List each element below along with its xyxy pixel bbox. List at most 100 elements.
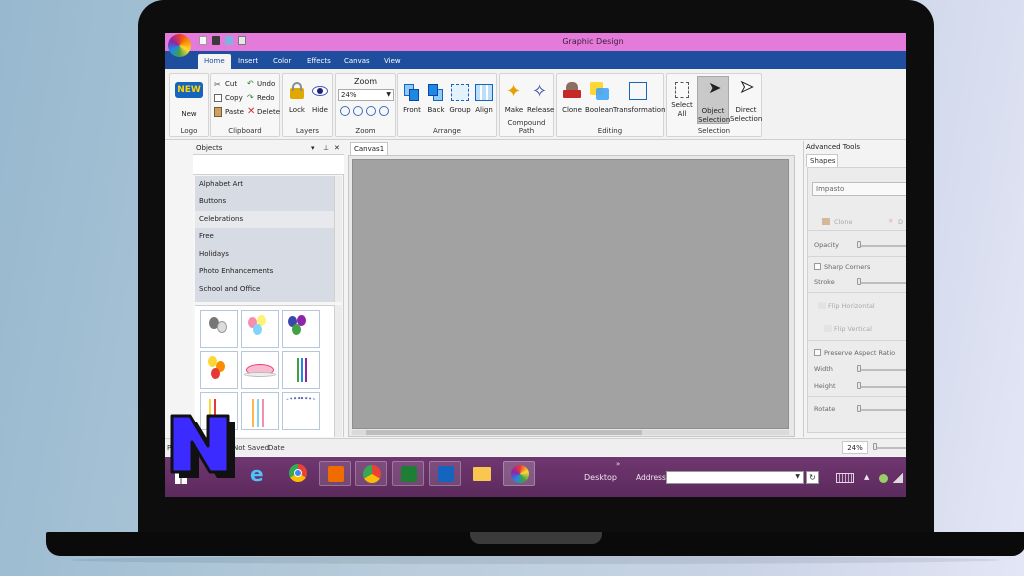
clone-shape-button[interactable]: Clone bbox=[834, 218, 852, 226]
category-celebrations[interactable]: Celebrations bbox=[195, 211, 334, 228]
category-scrollbar[interactable] bbox=[334, 176, 342, 302]
cut-button[interactable]: ✂ Cut bbox=[214, 79, 244, 90]
taskbar-chrome[interactable] bbox=[282, 461, 314, 486]
tab-insert[interactable]: Insert bbox=[232, 54, 264, 69]
desktop-toolbar-label[interactable]: Desktop bbox=[584, 473, 617, 482]
panel-dropdown-icon[interactable]: ▾ bbox=[311, 141, 315, 155]
zoom-fit-icon[interactable] bbox=[340, 106, 350, 116]
category-holidays[interactable]: Holidays bbox=[195, 246, 334, 263]
canvas-horizontal-scrollbar[interactable] bbox=[352, 430, 789, 435]
tab-effects[interactable]: Effects bbox=[301, 54, 337, 69]
height-slider[interactable] bbox=[858, 386, 906, 388]
paste-button[interactable]: Paste bbox=[214, 107, 246, 118]
thumbnail-balloons-gray[interactable] bbox=[200, 310, 238, 348]
category-photo-enhancements[interactable]: Photo Enhancements bbox=[195, 263, 334, 280]
category-free[interactable]: Free bbox=[195, 228, 334, 245]
thumbnail-cake[interactable] bbox=[241, 351, 279, 389]
zoom-out-icon[interactable] bbox=[366, 106, 376, 116]
zoom-in-icon[interactable] bbox=[353, 106, 363, 116]
tab-color[interactable]: Color bbox=[267, 54, 297, 69]
address-dropdown-icon[interactable]: ▼ bbox=[795, 473, 800, 480]
category-school-and-office[interactable]: School and Office bbox=[195, 281, 334, 298]
drawing-canvas[interactable] bbox=[352, 159, 789, 429]
clone-button[interactable]: Clone bbox=[559, 80, 585, 118]
tab-home[interactable]: Home bbox=[198, 54, 231, 69]
thumbnail-balloons-warm[interactable] bbox=[200, 351, 238, 389]
align-button[interactable]: Align bbox=[472, 80, 496, 118]
release-label: Release bbox=[527, 106, 555, 114]
status-zoom-slider[interactable] bbox=[873, 447, 906, 449]
transformation-button[interactable]: Transformation bbox=[613, 80, 666, 118]
width-slider-knob[interactable] bbox=[857, 365, 861, 372]
group-label-clipboard: Clipboard bbox=[228, 127, 262, 135]
zoom-actual-icon[interactable] bbox=[379, 106, 389, 116]
boolean-button[interactable]: Boolean bbox=[585, 80, 613, 118]
release-button[interactable]: ✧ Release bbox=[527, 80, 554, 118]
delete-button[interactable]: ✕ Delete bbox=[247, 106, 280, 118]
delete-shape-icon[interactable]: ✕ bbox=[888, 217, 893, 225]
group-button[interactable]: Group bbox=[448, 80, 472, 118]
hide-button[interactable]: Hide bbox=[309, 82, 331, 118]
thumbnail-balloons-pastel[interactable] bbox=[241, 310, 279, 348]
height-slider-knob[interactable] bbox=[857, 382, 861, 389]
app-logo-icon[interactable] bbox=[168, 34, 191, 57]
select-all-button[interactable]: Select All bbox=[669, 80, 695, 128]
stroke-slider[interactable] bbox=[858, 282, 906, 284]
flip-horizontal-button[interactable]: Flip Horizontal bbox=[828, 302, 875, 310]
width-slider[interactable] bbox=[858, 369, 906, 371]
opacity-slider-knob[interactable] bbox=[857, 241, 861, 248]
status-zoom[interactable]: 24% bbox=[842, 441, 868, 454]
tray-status-icon[interactable] bbox=[879, 474, 888, 483]
new-button[interactable]: NEW New bbox=[172, 76, 206, 120]
status-zoom-knob[interactable] bbox=[873, 443, 877, 450]
tab-canvas[interactable]: Canvas bbox=[338, 54, 376, 69]
style-select[interactable]: Impasto bbox=[812, 182, 906, 196]
separator bbox=[808, 230, 906, 231]
delete-shape-button[interactable]: D bbox=[898, 218, 903, 226]
preserve-aspect-checkbox[interactable] bbox=[814, 349, 821, 356]
panel-pin-icon[interactable]: ⊥ bbox=[323, 141, 329, 155]
thumbnail-scrollbar[interactable] bbox=[334, 305, 342, 437]
front-button[interactable]: Front bbox=[400, 80, 424, 118]
object-selection-button[interactable]: ➤ Object Selection bbox=[697, 76, 730, 124]
tab-shapes[interactable]: Shapes bbox=[806, 154, 838, 167]
keyboard-icon[interactable] bbox=[836, 473, 854, 483]
network-signal-icon[interactable] bbox=[893, 473, 903, 483]
taskbar-chevron[interactable]: » bbox=[616, 460, 620, 468]
category-buttons[interactable]: Buttons bbox=[195, 193, 334, 210]
address-input[interactable]: ▼ bbox=[666, 471, 804, 484]
category-alphabet-art[interactable]: Alphabet Art bbox=[195, 176, 334, 193]
direct-selection-button[interactable]: ➤ Direct Selection bbox=[730, 76, 762, 124]
thumbnail-balloons-bright[interactable] bbox=[282, 310, 320, 348]
address-refresh-icon[interactable]: ↻ bbox=[806, 471, 819, 484]
undo-button[interactable]: ↶ Undo bbox=[247, 79, 279, 90]
stroke-slider-knob[interactable] bbox=[857, 278, 861, 285]
thumbnail-candles-pastel[interactable] bbox=[241, 392, 279, 430]
thumbnail-candles[interactable] bbox=[282, 351, 320, 389]
opacity-slider[interactable] bbox=[858, 245, 906, 247]
taskbar-word[interactable] bbox=[429, 461, 461, 486]
make-button[interactable]: ✦ Make bbox=[501, 80, 527, 118]
canvas-scroll-thumb[interactable] bbox=[366, 430, 642, 435]
tab-view[interactable]: View bbox=[378, 54, 407, 69]
taskbar-chrome-window[interactable] bbox=[355, 461, 387, 486]
lock-button[interactable]: Lock bbox=[286, 82, 308, 118]
tray-expand-icon[interactable]: ▲ bbox=[864, 473, 869, 481]
flip-vertical-button[interactable]: Flip Vertical bbox=[834, 325, 872, 333]
taskbar-internet-explorer[interactable]: e bbox=[244, 461, 276, 486]
panel-close-icon[interactable]: ✕ bbox=[334, 141, 340, 155]
objects-search-input[interactable] bbox=[193, 155, 344, 175]
rotate-slider-knob[interactable] bbox=[857, 405, 861, 412]
taskbar-excel[interactable] bbox=[392, 461, 424, 486]
sharp-corners-checkbox[interactable] bbox=[814, 263, 821, 270]
taskbar-graphic-design[interactable] bbox=[503, 461, 535, 486]
thumbnail-banner[interactable] bbox=[282, 392, 320, 430]
redo-button[interactable]: ↷ Redo bbox=[247, 93, 279, 104]
taskbar-outlook[interactable] bbox=[319, 461, 351, 486]
taskbar-file-explorer[interactable] bbox=[466, 461, 498, 486]
copy-button[interactable]: Copy bbox=[214, 93, 246, 104]
canvas-tab[interactable]: Canvas1 bbox=[350, 142, 388, 155]
rotate-slider[interactable] bbox=[858, 409, 906, 411]
back-button[interactable]: Back bbox=[424, 80, 448, 118]
zoom-select[interactable]: 24% ▼ bbox=[338, 89, 394, 101]
